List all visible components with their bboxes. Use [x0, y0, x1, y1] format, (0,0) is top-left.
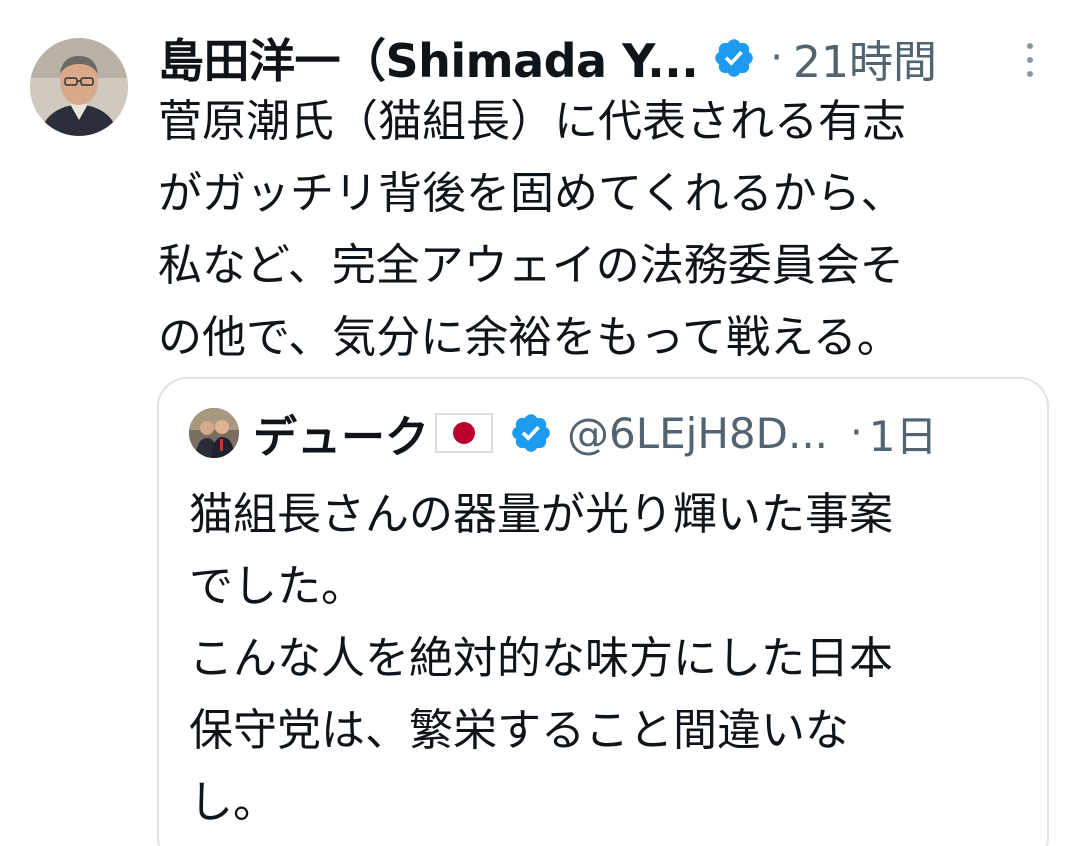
avatar-photo-icon [30, 38, 128, 136]
quoted-author-avatar[interactable] [189, 408, 239, 458]
tweet-timestamp[interactable]: 21時間 [793, 26, 937, 90]
verified-badge-icon [715, 39, 754, 77]
quoted-tweet[interactable]: デューク @6LEjH8D... · 1日 猫組長さんの器量が光り輝いた事案 で… [157, 377, 1049, 846]
tweet-header: 島田洋一（Shimada Y... · 21時間 [158, 26, 1058, 90]
quoted-tweet-text: 猫組長さんの器量が光り輝いた事案 でした。 こんな人を絶対的な味方にした日本 保… [189, 489, 893, 828]
quoted-tweet-header: デューク @6LEjH8D... · 1日 [189, 401, 1039, 465]
header-separator: · [770, 35, 783, 81]
author-avatar[interactable] [30, 38, 128, 136]
quoted-author-name[interactable]: デューク [253, 401, 429, 465]
verified-badge-icon [512, 414, 550, 452]
japan-flag-icon [435, 413, 493, 453]
avatar-photo-icon [189, 408, 239, 458]
tweet-text: 菅原潮氏（猫組長）に代表される有志 がガッチリ背後を固めてくれるから、 私など、… [158, 96, 906, 363]
quoted-tweet-timestamp[interactable]: 1日 [869, 403, 938, 464]
tweet[interactable]: 島田洋一（Shimada Y... · 21時間 菅原潮氏（猫組長）に代表される… [0, 0, 1080, 846]
more-options-icon[interactable] [1022, 40, 1038, 80]
author-name[interactable]: 島田洋一（Shimada Y... [158, 25, 699, 91]
quoted-header-separator: · [850, 410, 863, 456]
quoted-author-handle[interactable]: @6LEjH8D... [567, 409, 828, 458]
